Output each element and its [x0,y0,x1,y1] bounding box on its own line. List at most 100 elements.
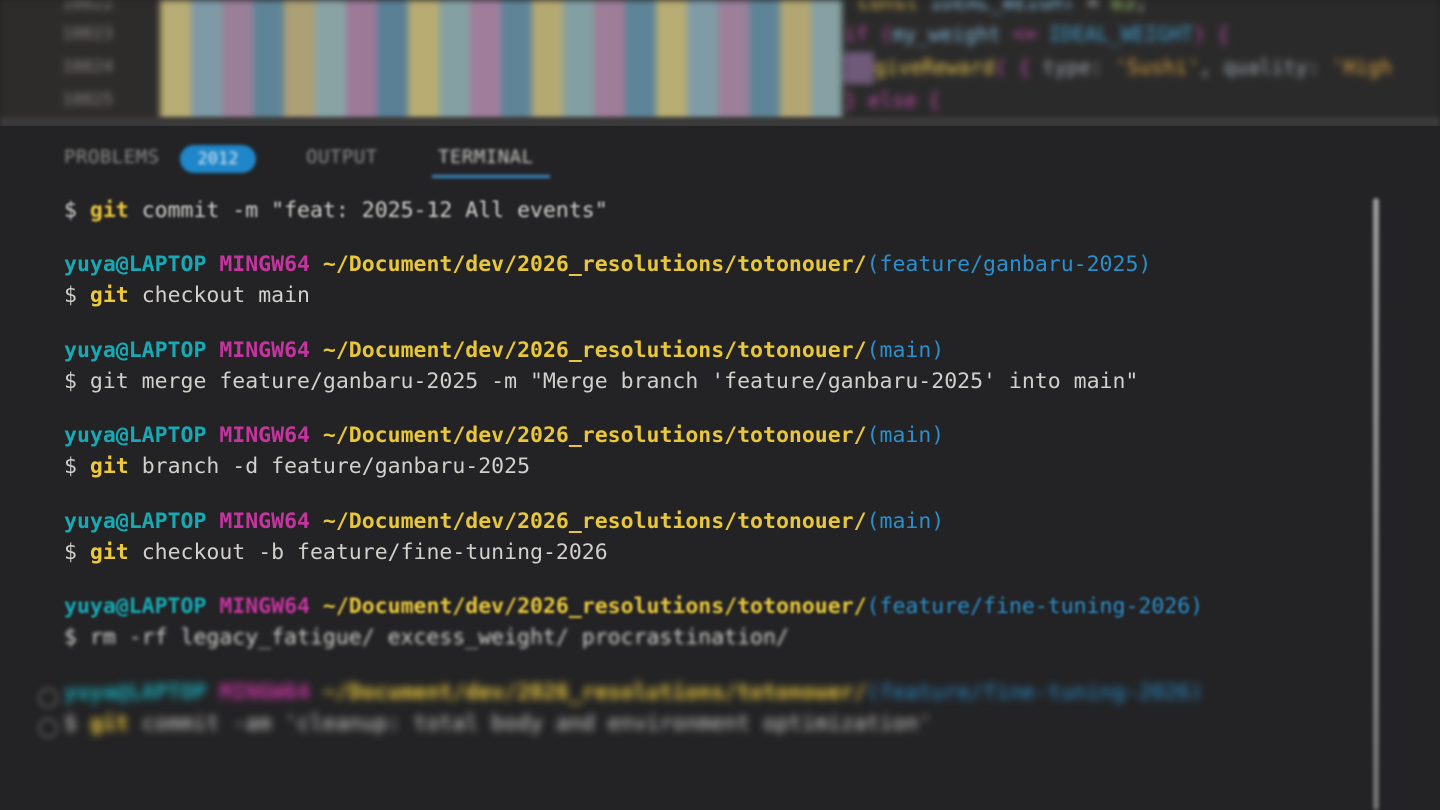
git-keyword: git [89,198,129,223]
prompt-branch: (feature/ganbaru-2025) [866,252,1152,277]
prompt-dollar: $ [64,454,77,479]
prompt-host: MINGW64 [219,252,310,277]
code-token: , [1199,55,1224,79]
color-stripe [501,0,532,122]
code-line: if (my_weight <= IDEAL_WEIGHT) { [844,22,1229,46]
terminal-prompt-line: yuya@LAPTOP MINGW64 ~/Document/dev/2026_… [64,336,944,366]
prompt-path: ~/Document/dev/2026_resolutions/totonoue… [322,509,867,534]
cursor-highlight [844,52,874,84]
terminal-command-line: $ rm -rf legacy_fatigue/ excess_weight/ … [64,625,789,650]
prompt-host: MINGW64 [219,423,310,448]
code-token: ; [1134,0,1148,14]
panel-tabs: PROBLEMS 2012 OUTPUT TERMINAL [0,126,1440,190]
prompt-path: ~/Document/dev/2026_resolutions/totonoue… [322,594,867,619]
color-stripe [718,0,749,122]
code-token: ( { [994,55,1043,79]
prompt-user: yuya@LAPTOP [64,509,207,534]
prompt-path: ~/Document/dev/2026_resolutions/totonoue… [322,680,867,705]
prompt-host: MINGW64 [219,594,310,619]
prompt-branch: (feature/fine-tuning-2026) [866,594,1204,619]
prompt-branch: (feature/fine-tuning-2026) [866,680,1204,705]
prompt-branch: (main) [866,509,945,534]
code-token: const [858,0,919,14]
terminal-prompt-line: yuya@LAPTOP MINGW64 ~/Document/dev/2026_… [64,507,944,537]
terminal-output[interactable]: $ git commit -m "feat: 2025-12 All event… [0,190,1440,810]
color-stripe [532,0,563,122]
tab-output[interactable]: OUTPUT [306,146,378,168]
code-token: giveReward [874,55,995,79]
color-stripe [222,0,253,122]
color-stripe [160,0,191,122]
active-tab-indicator [432,175,550,178]
color-stripe [625,0,656,122]
color-stripe [346,0,377,122]
prompt-path: ~/Document/dev/2026_resolutions/totonoue… [322,252,867,277]
color-stripe [656,0,687,122]
circle-icon [38,688,58,708]
terminal-command-line: $ git checkout main [64,281,310,311]
minimap-stripes [160,0,844,122]
color-stripe [780,0,811,122]
color-stripe [439,0,470,122]
line-number: 10024 [62,57,114,77]
code-token: 65 [1110,0,1135,14]
code-token: quality: [1223,55,1320,79]
prompt-dollar: $ [64,711,77,736]
terminal-command-line: $ git branch -d feature/ganbaru-2025 [64,452,530,482]
color-stripe [191,0,222,122]
command-text: checkout -b feature/fine-tuning-2026 [128,540,608,565]
code-token: ( [868,22,893,46]
git-keyword: git [89,540,129,565]
prompt-user: yuya@LAPTOP [64,338,207,363]
prompt-host: MINGW64 [219,338,310,363]
tab-terminal[interactable]: TERMINAL [438,146,534,168]
terminal-command-line: $ git commit -m "feat: 2025-12 All event… [64,196,608,226]
color-stripe [377,0,408,122]
code-token: if [844,22,869,46]
problems-count-badge: 2012 [180,145,256,173]
circle-icon [38,718,58,738]
color-stripe [253,0,284,122]
color-stripe [563,0,594,122]
color-stripe [408,0,439,122]
code-token: = [1074,0,1111,14]
terminal-prompt-line: yuya@LAPTOP MINGW64 ~/Document/dev/2026_… [64,250,1151,280]
color-stripe [594,0,625,122]
code-line: giveReward( { type: 'Sushi', quality: 'H… [874,55,1392,79]
prompt-branch: (main) [866,338,945,363]
code-editor: 10022 10023 10024 10025 const IDEAL_WEIG… [0,0,1440,122]
git-keyword: git [89,454,129,479]
prompt-host: MINGW64 [219,509,310,534]
line-number: 10022 [62,0,114,14]
terminal-command-line: $ git commit -am 'cleanup: total body an… [64,709,931,739]
prompt-branch: (main) [866,423,945,448]
code-token: 'Sushi' [1114,55,1200,79]
terminal-prompt-line: yuya@LAPTOP MINGW64 ~/Document/dev/2026_… [64,592,1203,622]
prompt-dollar: $ [64,540,77,565]
color-stripe [470,0,501,122]
bottom-panel: PROBLEMS 2012 OUTPUT TERMINAL $ git comm… [0,126,1440,810]
prompt-user: yuya@LAPTOP [64,423,207,448]
line-number: 10023 [62,24,114,44]
command-text: commit -m "feat: 2025-12 All events" [128,198,608,223]
code-line: const IDEAL_WEIGHT = 65; [858,0,1147,14]
terminal-command-line: $ git checkout -b feature/fine-tuning-20… [64,538,608,568]
terminal-scrollbar[interactable] [1373,198,1379,810]
color-stripe [749,0,780,122]
command-text: branch -d feature/ganbaru-2025 [128,454,531,479]
command-text: commit -am 'cleanup: total body and envi… [128,711,932,736]
code-token: 'High [1331,55,1392,79]
tab-problems[interactable]: PROBLEMS [64,146,160,168]
code-token: ) { [1193,22,1230,46]
terminal-prompt-line: yuya@LAPTOP MINGW64 ~/Document/dev/2026_… [64,421,944,451]
code-token: type: [1042,55,1103,79]
code-token: my_weight [892,22,1001,46]
color-stripe [811,0,842,122]
code-line: } else { [844,88,940,112]
color-stripe [315,0,346,122]
code-token: <= [1000,22,1049,46]
prompt-dollar: $ [64,198,77,223]
prompt-host: MINGW64 [219,680,310,705]
prompt-dollar: $ [64,283,77,308]
prompt-user: yuya@LAPTOP [64,680,207,705]
